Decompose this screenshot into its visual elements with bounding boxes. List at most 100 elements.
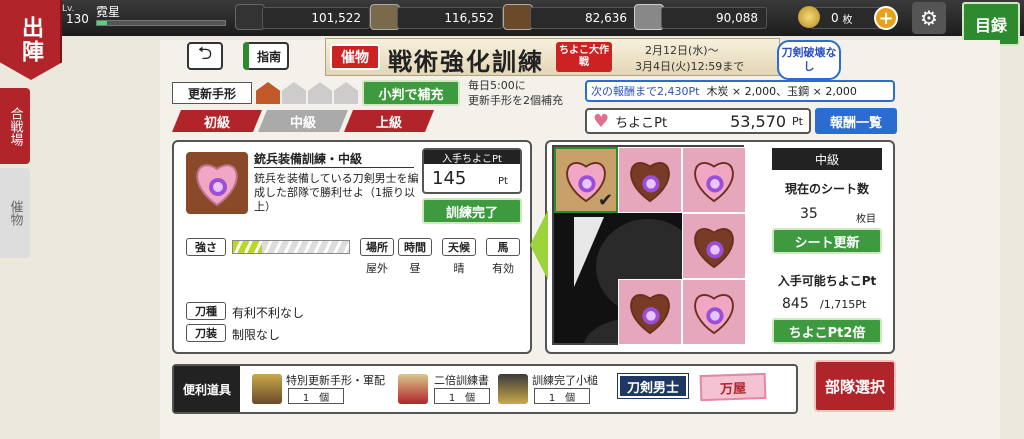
reward-list-button[interactable]: 報酬一覧 <box>815 108 897 134</box>
coin-unit: 枚 <box>842 14 853 26</box>
chocolate-heart-icon <box>694 162 734 203</box>
item-count: 1 個 <box>434 388 490 404</box>
resource-charcoal: 101,522 <box>262 7 370 29</box>
chocolate-cell[interactable] <box>682 279 746 345</box>
event-date-end: 3月4日(火)12:59まで <box>635 60 745 73</box>
item-name: 訓練完了小槌 <box>532 374 598 387</box>
tab-intermediate[interactable]: 中級 <box>258 110 348 132</box>
steel-icon <box>370 4 400 30</box>
chocolate-cell[interactable] <box>618 279 682 345</box>
mallet-icon[interactable] <box>498 374 528 404</box>
player-name: 霓星 <box>96 5 121 19</box>
heart-icon: ♥ <box>593 110 610 132</box>
sword-type-value: 有利不利なし <box>232 306 305 320</box>
chocolate-heart-icon <box>630 162 670 203</box>
task-points-value: 145 <box>432 168 467 189</box>
chiyoko-points-box: ♥ ちよこPt 53,570 Pt <box>585 108 811 134</box>
guide-label: 指南 <box>256 49 281 64</box>
check-mark-icon: ✔ <box>598 190 614 211</box>
strength-bar <box>232 240 350 254</box>
event-date-start: 2月12日(水)～ <box>645 44 719 57</box>
side-tab-event[interactable]: 催物 <box>0 168 30 258</box>
available-points-label: 入手可能ちよこPt <box>777 274 877 288</box>
settings-gear-icon[interactable]: ⚙ <box>912 2 946 34</box>
renew-info-line: 更新手形を2個補充 <box>468 94 563 107</box>
back-arrow-icon: ⮌ <box>197 43 213 64</box>
exp-bar <box>96 20 226 26</box>
cooling-water-icon <box>503 4 533 30</box>
chocolate-heart-icon <box>630 294 670 335</box>
chocolate-cell[interactable] <box>618 147 682 213</box>
strength-fill <box>233 241 262 253</box>
chiyoko-points-unit: Pt <box>792 114 803 128</box>
sheet-level-header: 中級 <box>772 148 882 170</box>
resource-whetstone: 90,088 <box>661 7 767 29</box>
sheet-count-label: 現在のシート数 <box>784 182 869 196</box>
chocolate-grid <box>552 145 746 345</box>
shop-button[interactable]: 万屋 <box>699 372 767 402</box>
team-select-button[interactable]: 部隊選択 <box>814 360 896 412</box>
back-button[interactable]: ⮌ <box>187 42 223 70</box>
sortie-badge: 出陣 <box>0 0 62 80</box>
event-title: 戦術強化訓練 <box>388 48 544 76</box>
equipment-label: 刀装 <box>186 324 226 342</box>
training-complete-button[interactable]: 訓練完了 <box>422 198 522 224</box>
item-count: 1 個 <box>534 388 590 404</box>
item-name: 二倍訓練書 <box>434 374 489 387</box>
double-book-icon[interactable] <box>398 374 428 404</box>
refill-with-koban-button[interactable]: 小判で補充 <box>362 80 460 106</box>
charcoal-icon <box>235 4 265 30</box>
guide-accent <box>243 42 249 70</box>
resource-steel: 116,552 <box>397 7 503 29</box>
next-reward-prefix: 次の報酬まで2,430Pt <box>591 85 700 98</box>
chocolate-heart-icon <box>694 228 734 269</box>
sheet-count-value: 35 <box>800 206 818 222</box>
condition-label-weather: 天候 <box>442 238 476 256</box>
sheet-refresh-button[interactable]: シート更新 <box>772 228 882 254</box>
sheet-count-unit: 枚目 <box>856 214 876 225</box>
chocolate-cell[interactable] <box>682 147 746 213</box>
condition-label-place: 場所 <box>360 238 394 256</box>
task-points-header: 入手ちよこPt <box>424 150 520 165</box>
side-tab-battlefield[interactable]: 合戦場 <box>0 88 30 164</box>
chocolate-cell[interactable] <box>682 213 746 279</box>
condition-label-horse: 馬 <box>486 238 520 256</box>
condition-value-place: 屋外 <box>366 262 388 275</box>
condition-value-weather: 晴 <box>453 262 465 275</box>
next-reward-box: 次の報酬まで2,430Pt 木炭 × 2,000、玉鋼 × 2,000 <box>585 80 895 102</box>
player-level: 130 <box>66 12 89 26</box>
next-reward-items: 木炭 × 2,000、玉鋼 × 2,000 <box>706 85 857 98</box>
condition-value-horse: 有効 <box>492 262 514 275</box>
sword-boys-button[interactable]: 刀剣男士 <box>617 373 689 399</box>
sword-type-label: 刀種 <box>186 302 226 320</box>
coin-value: 0 <box>831 11 839 25</box>
renew-info-line: 毎日5:00に <box>468 79 526 92</box>
resource-cooling-water: 82,636 <box>530 7 636 29</box>
add-coin-button[interactable]: + <box>874 6 898 30</box>
renew-info: 毎日5:00に更新手形を2個補充 <box>468 78 563 108</box>
condition-value-time: 昼 <box>409 262 421 275</box>
available-points-value: 845 <box>782 296 809 312</box>
chiyoko-points-value: 53,570 <box>730 111 787 131</box>
event-tag: 催物 <box>330 44 380 70</box>
guide-button[interactable]: 指南 <box>243 42 289 70</box>
coin-icon <box>798 6 820 28</box>
task-description: 銃兵を装備している刀剣男士を編成した部隊で勝利せよ（1振り以上） <box>254 172 419 213</box>
no-break-badge: 刀剣破壊なし <box>777 40 841 80</box>
tools-label: 便利道具 <box>174 366 240 412</box>
tab-advanced[interactable]: 上級 <box>344 110 434 132</box>
exp-fill <box>97 21 108 25</box>
whetstone-icon <box>634 4 664 30</box>
available-points-max: /1,715Pt <box>820 298 867 311</box>
item-count: 1 個 <box>288 388 344 404</box>
item-name: 特別更新手形・軍配 <box>286 374 385 387</box>
strength-label: 強さ <box>186 238 226 256</box>
event-subtitle: ちよこ大作戦 <box>556 42 612 72</box>
double-points-button[interactable]: ちよこPt2倍 <box>772 318 882 344</box>
equipment-value: 制限なし <box>232 328 281 342</box>
chiyoko-points-label: ちよこPt <box>615 115 668 131</box>
special-pass-icon[interactable] <box>252 374 282 404</box>
chocolate-heart-icon <box>694 294 734 335</box>
task-heart-icon <box>186 152 248 214</box>
tab-beginner[interactable]: 初級 <box>172 110 262 132</box>
